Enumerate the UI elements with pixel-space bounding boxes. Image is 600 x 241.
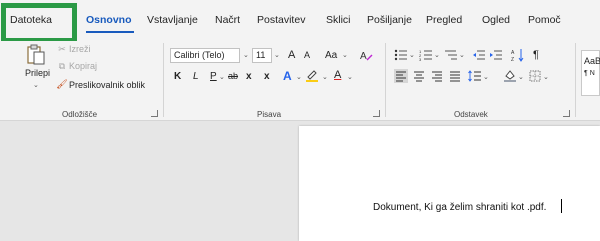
document-text[interactable]: Dokument, Ki ga želim shraniti kot .pdf.	[373, 202, 546, 213]
italic-button[interactable]: L	[193, 71, 199, 82]
font-name-combo[interactable]: Calibri (Telo)	[170, 48, 240, 63]
separator	[575, 43, 576, 117]
shrink-font-button[interactable]: A	[304, 50, 310, 60]
increase-indent-icon[interactable]	[489, 48, 503, 62]
cut-label[interactable]: Izreži	[69, 44, 91, 54]
document-page[interactable]	[299, 126, 600, 241]
multilevel-dropdown-icon[interactable]: ⌄	[459, 51, 465, 59]
separator	[163, 43, 164, 117]
font-name-dropdown-icon[interactable]: ⌄	[243, 51, 249, 59]
format-painter-icon: 🖌	[56, 78, 68, 89]
bullets-dropdown-icon[interactable]: ⌄	[409, 51, 415, 59]
tab-osnovno[interactable]: Osnovno	[86, 14, 132, 26]
superscript-button[interactable]: x	[264, 71, 270, 82]
bullets-icon[interactable]	[394, 48, 408, 62]
copy-icon: ⧉	[58, 60, 66, 71]
multilevel-list-icon[interactable]	[444, 48, 458, 62]
font-launcher-icon[interactable]	[373, 110, 380, 117]
strikethrough-button[interactable]: ab	[228, 71, 238, 81]
cut-icon: ✂	[58, 43, 66, 54]
subscript-button[interactable]: x	[246, 71, 252, 82]
svg-text:A: A	[511, 50, 515, 56]
highlight-dropdown-icon[interactable]: ⌄	[322, 73, 328, 81]
text-effects-button[interactable]: A	[283, 69, 292, 83]
tab-postavitev[interactable]: Postavitev	[257, 14, 305, 26]
decrease-indent-icon[interactable]	[472, 48, 486, 62]
font-color-button[interactable]: A	[334, 69, 341, 81]
sort-icon[interactable]: AZ	[511, 47, 525, 62]
underline-dropdown-icon[interactable]: ⌄	[219, 73, 225, 81]
svg-text:3: 3	[419, 57, 422, 61]
highlight-icon[interactable]	[305, 68, 319, 82]
font-color-dropdown-icon[interactable]: ⌄	[347, 73, 353, 81]
copy-label[interactable]: Kopiraj	[69, 61, 97, 71]
paste-icon[interactable]	[26, 44, 46, 66]
format-painter-label[interactable]: Preslikovalnik oblik	[69, 80, 145, 90]
paragraph-group-label: Odstavek	[454, 110, 488, 119]
align-left-icon[interactable]	[394, 69, 408, 83]
style-normal-label: ¶ N	[584, 70, 595, 77]
font-size-combo[interactable]: 11	[252, 48, 272, 63]
show-marks-icon[interactable]: ¶	[533, 49, 539, 61]
align-center-icon[interactable]	[412, 69, 426, 83]
text-effects-dropdown-icon[interactable]: ⌄	[296, 73, 302, 81]
line-spacing-icon[interactable]	[468, 69, 482, 83]
tab-vstavljanje[interactable]: Vstavljanje	[147, 14, 198, 26]
text-cursor	[561, 199, 562, 213]
borders-icon[interactable]	[528, 69, 541, 82]
style-preview-text: AaB	[584, 56, 600, 66]
shading-dropdown-icon[interactable]: ⌄	[518, 73, 524, 81]
paste-dropdown-icon[interactable]: ⌄	[33, 81, 39, 89]
clipboard-launcher-icon[interactable]	[151, 110, 158, 117]
change-case-dropdown-icon[interactable]: ⌄	[342, 51, 348, 59]
borders-dropdown-icon[interactable]: ⌄	[543, 73, 549, 81]
change-case-button[interactable]: Aa	[325, 50, 337, 61]
clipboard-group-label: Odložišče	[62, 110, 98, 119]
tab-posiljanje[interactable]: Pošiljanje	[367, 14, 412, 26]
font-group-label: Pisava	[257, 110, 282, 119]
clear-formatting-icon[interactable]: A	[359, 48, 373, 62]
bold-button[interactable]: K	[174, 71, 181, 82]
line-spacing-dropdown-icon[interactable]: ⌄	[483, 73, 489, 81]
separator	[385, 43, 386, 117]
underline-button[interactable]: P	[210, 71, 217, 82]
svg-text:A: A	[360, 51, 367, 62]
active-tab-underline	[86, 31, 134, 33]
align-right-icon[interactable]	[430, 69, 444, 83]
paragraph-launcher-icon[interactable]	[563, 110, 570, 117]
svg-text:Z: Z	[511, 57, 514, 62]
numbering-icon[interactable]: 123	[419, 48, 433, 62]
highlight-box	[1, 3, 77, 43]
tab-pregled[interactable]: Pregled	[426, 14, 462, 26]
grow-font-button[interactable]: A	[288, 49, 295, 61]
tab-sklici[interactable]: Sklici	[326, 14, 351, 26]
paste-label[interactable]: Prilepi	[25, 68, 50, 78]
tab-pomoc[interactable]: Pomoč	[528, 14, 561, 26]
justify-icon[interactable]	[448, 69, 462, 83]
font-size-dropdown-icon[interactable]: ⌄	[274, 51, 280, 59]
tab-ogled[interactable]: Ogled	[482, 14, 510, 26]
shading-icon[interactable]	[503, 68, 517, 82]
tab-nacrt[interactable]: Načrt	[215, 14, 240, 26]
numbering-dropdown-icon[interactable]: ⌄	[434, 51, 440, 59]
